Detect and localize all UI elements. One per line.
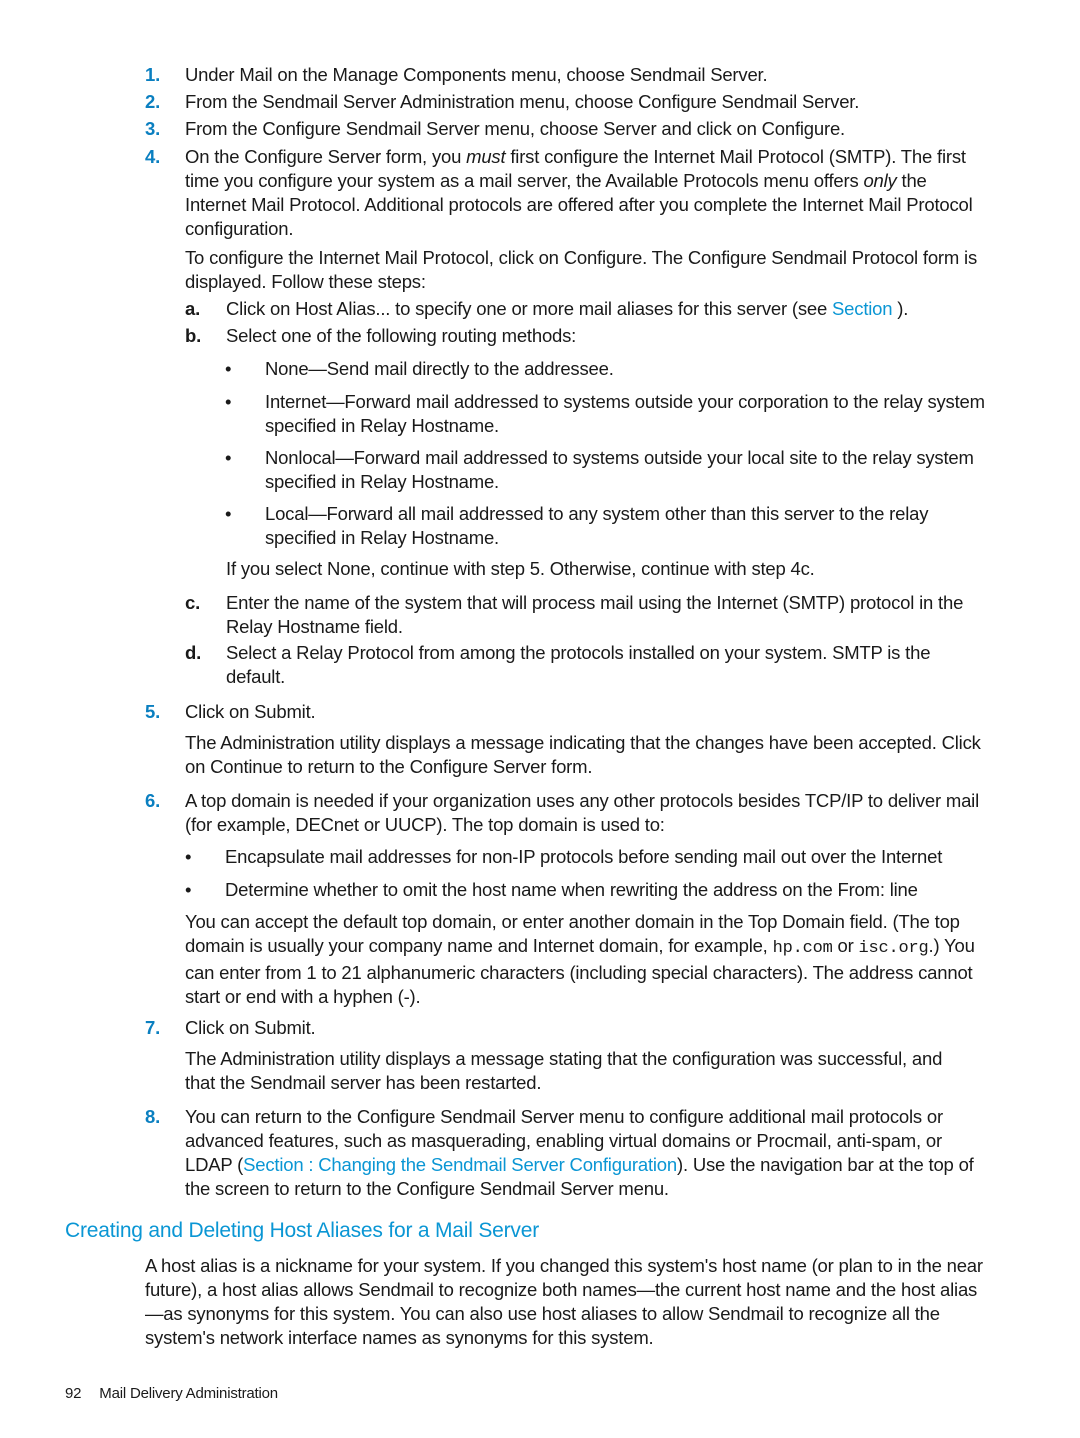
step-text: Under Mail on the Manage Components menu… bbox=[185, 64, 768, 85]
section-body: A host alias is a nickname for your syst… bbox=[145, 1255, 983, 1348]
substep-d: d. Select a Relay Protocol from among th… bbox=[185, 641, 990, 689]
step-text: Click on Submit. bbox=[185, 1017, 316, 1038]
code-text: isc.org bbox=[858, 939, 929, 958]
emphasis: only bbox=[863, 170, 897, 191]
step-number: 3. bbox=[145, 118, 161, 139]
routing-note: If you select None, continue with step 5… bbox=[226, 558, 815, 579]
code-text: hp.com bbox=[772, 939, 833, 958]
emphasis: must bbox=[466, 146, 506, 167]
substep-text: Select a Relay Protocol from among the p… bbox=[226, 642, 931, 687]
top-domain-bullet: • Encapsulate mail addresses for non-IP … bbox=[185, 846, 943, 867]
top-domain-bullet: • Determine whether to omit the host nam… bbox=[185, 879, 918, 900]
step-text: A top domain is needed if your organizat… bbox=[185, 790, 979, 835]
routing-bullet-local: • Local—Forward all mail addressed to an… bbox=[225, 503, 929, 548]
step-5: 5. Click on Submit. bbox=[145, 700, 990, 724]
substep-label: b. bbox=[185, 325, 202, 346]
bullet-icon: • bbox=[225, 447, 232, 468]
page-number: 92 bbox=[65, 1385, 82, 1402]
page-footer: 92 Mail Delivery Administration bbox=[65, 1384, 278, 1404]
step-7-paragraph: The Administration utility displays a me… bbox=[185, 1048, 943, 1093]
step-2: 2. From the Sendmail Server Administrati… bbox=[145, 90, 990, 114]
routing-bullet-none: • None—Send mail directly to the address… bbox=[225, 358, 614, 379]
step-number: 8. bbox=[145, 1106, 161, 1127]
step-text: On the Configure Server form, you must f… bbox=[185, 146, 973, 239]
substep-text: Enter the name of the system that will p… bbox=[226, 592, 964, 637]
step-4-paragraph: To configure the Internet Mail Protocol,… bbox=[185, 247, 977, 292]
step-text: Click on Submit. bbox=[185, 701, 316, 722]
step-number: 4. bbox=[145, 146, 161, 167]
substep-text: Click on Host Alias... to specify one or… bbox=[226, 298, 909, 319]
step-5-paragraph: The Administration utility displays a me… bbox=[185, 732, 981, 777]
section-link[interactable]: Section : Changing the Sendmail Server C… bbox=[243, 1154, 677, 1175]
bullet-icon: • bbox=[185, 879, 192, 900]
bullet-icon: • bbox=[185, 846, 192, 867]
step-number: 2. bbox=[145, 91, 161, 112]
step-4: 4. On the Configure Server form, you mus… bbox=[145, 145, 990, 241]
bullet-icon: • bbox=[225, 358, 232, 379]
substep-label: d. bbox=[185, 642, 202, 663]
footer-title: Mail Delivery Administration bbox=[99, 1385, 278, 1402]
substep-label: a. bbox=[185, 298, 201, 319]
step-1: 1. Under Mail on the Manage Components m… bbox=[145, 63, 990, 87]
step-text: From the Sendmail Server Administration … bbox=[185, 91, 860, 112]
section-link[interactable]: Section bbox=[832, 298, 893, 319]
routing-bullet-internet: • Internet—Forward mail addressed to sys… bbox=[225, 391, 985, 436]
step-number: 7. bbox=[145, 1017, 161, 1038]
routing-bullet-nonlocal: • Nonlocal—Forward mail addressed to sys… bbox=[225, 447, 974, 492]
document-page: 1. Under Mail on the Manage Components m… bbox=[0, 0, 1080, 1438]
step-8: 8. You can return to the Configure Sendm… bbox=[145, 1105, 990, 1201]
section-heading: Creating and Deleting Host Aliases for a… bbox=[65, 1219, 539, 1242]
step-text: You can return to the Configure Sendmail… bbox=[185, 1106, 974, 1199]
step-number: 5. bbox=[145, 701, 161, 722]
substep-c: c. Enter the name of the system that wil… bbox=[185, 591, 990, 639]
substep-b: b. Select one of the following routing m… bbox=[185, 324, 990, 348]
substep-text: Select one of the following routing meth… bbox=[226, 325, 577, 346]
step-number: 1. bbox=[145, 64, 161, 85]
bullet-icon: • bbox=[225, 391, 232, 412]
step-text: From the Configure Sendmail Server menu,… bbox=[185, 118, 845, 139]
substep-label: c. bbox=[185, 592, 201, 613]
step-6: 6. A top domain is needed if your organi… bbox=[145, 789, 990, 837]
step-6-paragraph: You can accept the default top domain, o… bbox=[185, 911, 975, 1007]
step-number: 6. bbox=[145, 790, 161, 811]
step-7: 7. Click on Submit. bbox=[145, 1016, 990, 1040]
substep-a: a. Click on Host Alias... to specify one… bbox=[185, 297, 990, 321]
bullet-icon: • bbox=[225, 503, 232, 524]
step-3: 3. From the Configure Sendmail Server me… bbox=[145, 117, 990, 141]
